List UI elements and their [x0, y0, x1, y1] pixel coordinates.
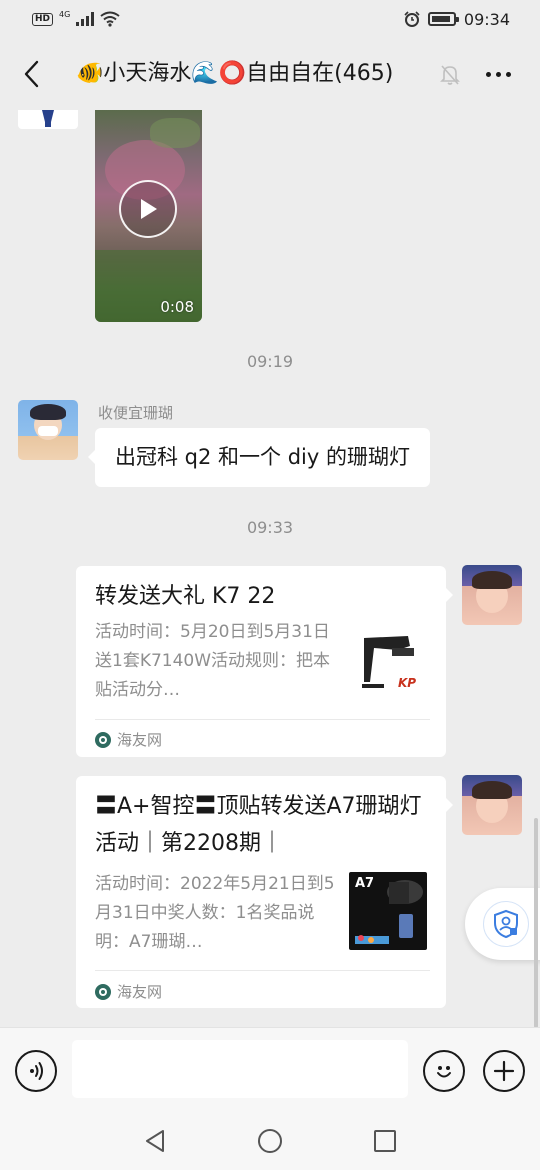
chat-title: 🐠小天海水🌊⭕自由自在(465) — [76, 61, 394, 86]
triangle-back-icon — [146, 1130, 164, 1152]
card-thumbnail: KP — [352, 624, 430, 702]
system-navigation-bar — [0, 1112, 540, 1170]
card-source: 海友网 — [95, 981, 162, 1002]
avatar[interactable] — [18, 110, 78, 129]
back-button[interactable] — [16, 56, 46, 92]
signal-icon — [76, 12, 95, 26]
status-bar: HD 4G 09:34 — [0, 0, 540, 38]
video-message[interactable]: 0:08 — [95, 110, 202, 322]
card-source-name: 海友网 — [117, 983, 163, 1001]
square-recents-icon — [374, 1130, 396, 1152]
alarm-icon — [404, 11, 420, 27]
chevron-left-icon — [24, 60, 39, 88]
card-thumbnail: A7 — [349, 872, 427, 950]
card-thumb-text: KP — [398, 676, 417, 690]
play-button[interactable] — [119, 180, 177, 238]
link-card[interactable]: 转发送大礼 K7 22 活动时间：5月20日到5月31日送1套K7140W活动规… — [76, 566, 453, 757]
emoji-button[interactable] — [423, 1050, 465, 1092]
message-input[interactable] — [72, 1040, 408, 1098]
more-dots-icon — [485, 71, 491, 77]
avatar[interactable] — [18, 400, 78, 460]
voice-button[interactable] — [15, 1050, 57, 1092]
timestamp: 09:19 — [246, 352, 294, 371]
bell-off-icon — [440, 65, 460, 85]
more-options-button[interactable] — [482, 60, 514, 88]
card-title: 〓A+智控〓顶贴转发送A7珊瑚灯活动｜第2208期｜ — [95, 794, 422, 856]
input-bar — [0, 1027, 540, 1112]
play-icon — [141, 199, 157, 219]
hd-badge: HD — [32, 12, 54, 26]
card-description: 活动时间：2022年5月21日到5月31日中奖人数：1名奖品说明：A7珊瑚… — [95, 874, 335, 952]
battery-icon — [427, 12, 459, 26]
system-home-button[interactable] — [255, 1126, 285, 1156]
circle-home-icon — [258, 1129, 282, 1153]
system-back-button[interactable] — [140, 1126, 170, 1156]
source-logo-icon — [95, 983, 111, 1000]
voice-icon — [30, 1062, 43, 1080]
card-source: 海友网 — [95, 729, 162, 750]
status-time: 09:34 — [463, 9, 510, 29]
status-right: 09:34 — [404, 10, 510, 29]
shield-user-icon — [494, 909, 518, 939]
card-description: 活动时间：5月20日到5月31日送1套K7140W活动规则：把本贴活动分… — [95, 622, 331, 700]
network-type: 4G — [59, 9, 71, 19]
chat-message-list[interactable]: 0:08 09:19 收便宜珊瑚 出冠科 q2 和一个 diy 的珊瑚灯 09:… — [0, 110, 540, 1027]
message-bubble[interactable]: 出冠科 q2 和一个 diy 的珊瑚灯 — [88, 428, 430, 487]
scrollbar[interactable] — [534, 818, 538, 1028]
card-title: 转发送大礼 K7 22 — [95, 584, 276, 609]
plus-icon — [493, 1060, 515, 1082]
video-duration: 0:08 — [160, 298, 194, 316]
card-divider — [95, 719, 430, 720]
emoji-icon — [437, 1066, 451, 1078]
avatar[interactable] — [462, 565, 522, 625]
wifi-icon — [100, 11, 120, 27]
status-left: HD 4G — [32, 9, 120, 27]
card-source-name: 海友网 — [117, 731, 163, 749]
avatar[interactable] — [462, 775, 522, 835]
timestamp: 09:33 — [246, 518, 294, 537]
source-logo-icon — [95, 731, 111, 748]
chat-header: 🐠小天海水🌊⭕自由自在(465) — [0, 38, 540, 110]
sender-name: 收便宜珊瑚 — [98, 404, 174, 422]
system-recents-button[interactable] — [370, 1126, 400, 1156]
more-functions-button[interactable] — [483, 1050, 525, 1092]
link-card[interactable]: 〓A+智控〓顶贴转发送A7珊瑚灯活动｜第2208期｜ 活动时间：2022年5月2… — [76, 776, 453, 1008]
card-divider — [95, 970, 430, 971]
floating-security-button[interactable] — [465, 888, 540, 960]
